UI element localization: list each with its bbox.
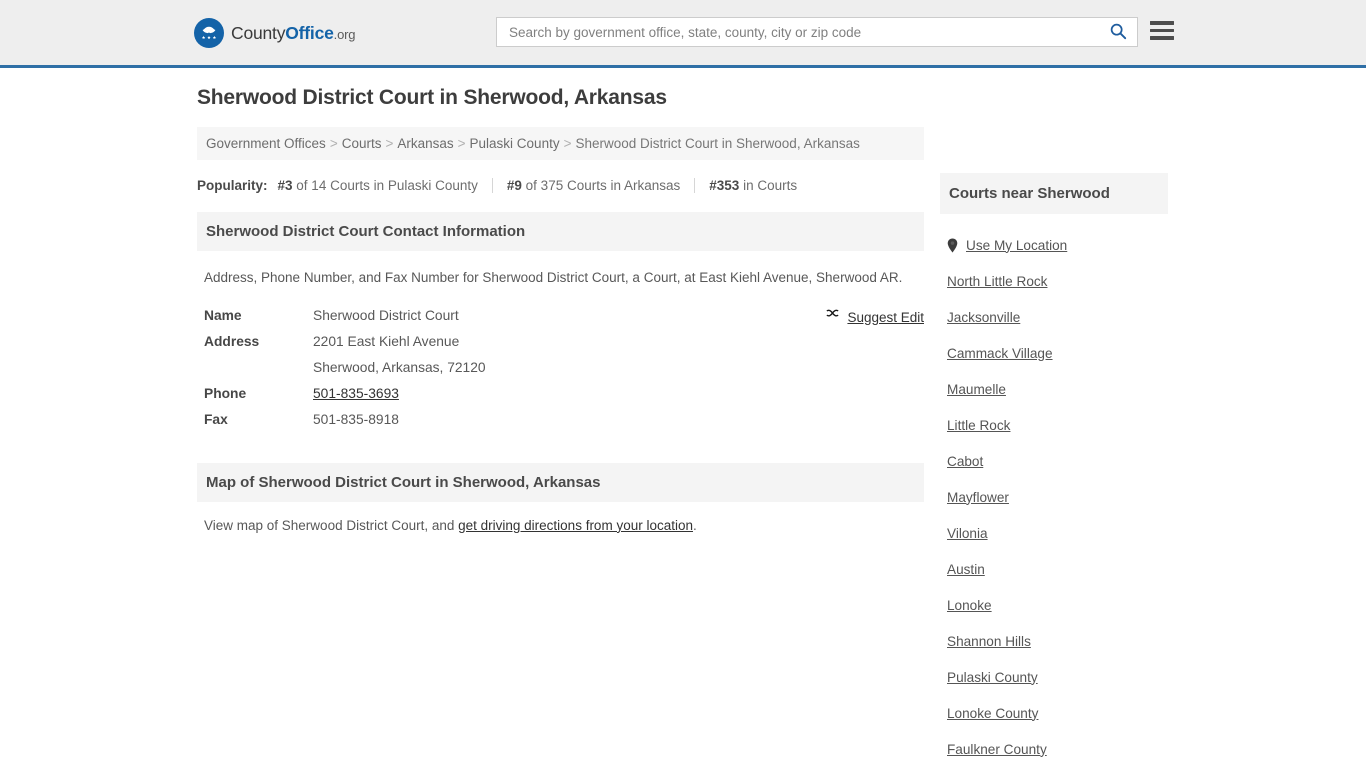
popularity-item: #9 of 375 Courts in Arkansas [493,178,694,193]
hamburger-menu-icon[interactable] [1150,21,1174,40]
popularity-label: Popularity: [197,178,268,193]
sidebar-item-cabot[interactable]: Cabot [940,443,1168,479]
search-input[interactable] [497,18,1105,46]
breadcrumb-separator: > [329,136,338,151]
driving-directions-link[interactable]: get driving directions from your locatio… [458,518,693,533]
contact-info-value: Sherwood District Court [313,307,459,323]
sidebar-list: Use My Location North Little Rock Jacksonv… [940,214,1168,768]
sidebar-item-label: Mayflower [947,489,1009,505]
contact-info-row: Fax 501-835-8918 [204,412,924,427]
sidebar-item-jacksonville[interactable]: Jacksonville [940,299,1168,335]
sidebar-item-maumelle[interactable]: Maumelle [940,371,1168,407]
sidebar-item-north-little-rock[interactable]: North Little Rock [940,263,1168,299]
hamburger-bar [1150,36,1174,40]
contact-section-heading: Sherwood District Court Contact Informat… [197,212,924,251]
contact-section-description: Address, Phone Number, and Fax Number fo… [204,270,903,285]
logo-text-county: County [231,22,286,43]
map-pin-icon [947,238,958,253]
contact-info-label: Address [204,333,260,349]
popularity-rank: #3 [277,178,293,193]
breadcrumb-current: Sherwood District Court in Sherwood, Ark… [575,136,860,151]
popularity-rank: #9 [506,178,522,193]
breadcrumb-separator: > [563,136,572,151]
eagle-seal-icon [194,18,224,48]
suggest-edit-button[interactable]: Suggest Edit [825,308,924,328]
popularity-item: #3 of 14 Courts in Pulaski County [278,178,492,193]
contact-info-label: Phone [204,385,247,401]
sidebar-item-pulaski-county[interactable]: Pulaski County [940,659,1168,695]
hamburger-bar [1150,28,1174,33]
contact-info-row: Address 2201 East Kiehl Avenue [204,334,924,349]
contact-info-row: Name Sherwood District Court [204,308,924,323]
sidebar-item-austin[interactable]: Austin [940,551,1168,587]
sidebar-item-label: Lonoke County [947,705,1039,721]
sidebar-item-mayflower[interactable]: Mayflower [940,479,1168,515]
main-content: Sherwood District Court in Sherwood, Ark… [197,86,924,533]
sidebar-item-label: Use My Location [966,237,1068,253]
edit-pencil-icon [825,308,840,328]
sidebar-item-label: Vilonia [947,525,988,541]
sidebar-item-label: Jacksonville [947,309,1021,325]
sidebar-item-vilonia[interactable]: Vilonia [940,515,1168,551]
logo-text-org: .org [333,26,356,42]
popularity-rank-context: of 14 Courts in Pulaski County [292,178,478,193]
popularity-bar: Popularity: #3 of 14 Courts in Pulaski C… [197,178,924,193]
site-logo[interactable]: CountyOffice.org [194,18,355,48]
breadcrumb-link[interactable]: Government Offices [206,136,326,151]
search-icon [1109,22,1127,43]
sidebar-item-label: Lonoke [947,597,992,613]
sidebar-item-label: Cammack Village [947,345,1053,361]
contact-info-label: Fax [204,411,228,427]
contact-info-value: 501-835-8918 [313,411,399,427]
map-desc-text-after: . [692,517,697,533]
sidebar-item-label: Austin [947,561,985,577]
popularity-rank-context: in Courts [739,178,798,193]
breadcrumb-link[interactable]: Arkansas [397,136,453,151]
contact-info-row: Phone 501-835-3693 [204,386,924,401]
breadcrumb: Government Offices > Courts > Arkansas > Pulas… [197,127,924,160]
contact-info-value-link[interactable]: 501-835-3693 [313,386,399,401]
sidebar-item-little-rock[interactable]: Little Rock [940,407,1168,443]
logo-text-office: Office [285,22,334,43]
search-bar[interactable] [496,17,1138,47]
page-title: Sherwood District Court in Sherwood, Ark… [197,86,667,109]
popularity-rank-context: of 375 Courts in Arkansas [521,178,681,193]
breadcrumb-separator: > [385,136,394,151]
sidebar-item-label: Pulaski County [947,669,1038,685]
sidebar-item-faulkner-county[interactable]: Faulkner County [940,731,1168,767]
hamburger-bar [1150,21,1174,25]
contact-info-value: Sherwood, Arkansas, 72120 [313,359,486,375]
sidebar-item-use-my-location[interactable]: Use My Location [940,227,1168,263]
sidebar-item-label: Maumelle [947,381,1006,397]
sidebar-item-label: Shannon Hills [947,633,1031,649]
map-section-description: View map of Sherwood District Court, and… [197,518,924,533]
sidebar-item-lonoke-county[interactable]: Lonoke County [940,695,1168,731]
sidebar-item-shannon-hills[interactable]: Shannon Hills [940,623,1168,659]
suggest-edit-label: Suggest Edit [847,310,924,326]
popularity-item: #353 in Courts [695,178,811,193]
nearby-courts-sidebar: Courts near Sherwood Use My Location Nort… [940,173,1168,768]
map-section-heading: Map of Sherwood District Court in Sherwo… [197,462,924,502]
contact-info-table: Name Sherwood District Court Address 2201 E… [197,308,924,427]
map-desc-text-before: View map of Sherwood District Court, and [204,517,459,533]
breadcrumb-separator: > [457,136,466,151]
breadcrumb-link[interactable]: Pulaski County [470,136,560,151]
popularity-rank: #353 [709,178,740,193]
sidebar-item-cammack-village[interactable]: Cammack Village [940,335,1168,371]
sidebar-heading: Courts near Sherwood [940,173,1168,214]
search-button[interactable] [1105,22,1137,43]
contact-info-label: Name [204,307,242,323]
site-logo-text: CountyOffice.org [231,23,355,44]
sidebar-item-label: Little Rock [947,417,1011,433]
sidebar-item-label: North Little Rock [947,273,1048,289]
sidebar-item-label: Cabot [947,453,984,469]
sidebar-item-lonoke[interactable]: Lonoke [940,587,1168,623]
contact-info-row: Sherwood, Arkansas, 72120 [204,360,924,375]
contact-info-value: 2201 East Kiehl Avenue [313,333,460,349]
sidebar-item-label: Faulkner County [947,741,1047,757]
breadcrumb-link[interactable]: Courts [342,136,382,151]
site-header: CountyOffice.org [0,0,1366,68]
contact-info-label [204,360,313,375]
